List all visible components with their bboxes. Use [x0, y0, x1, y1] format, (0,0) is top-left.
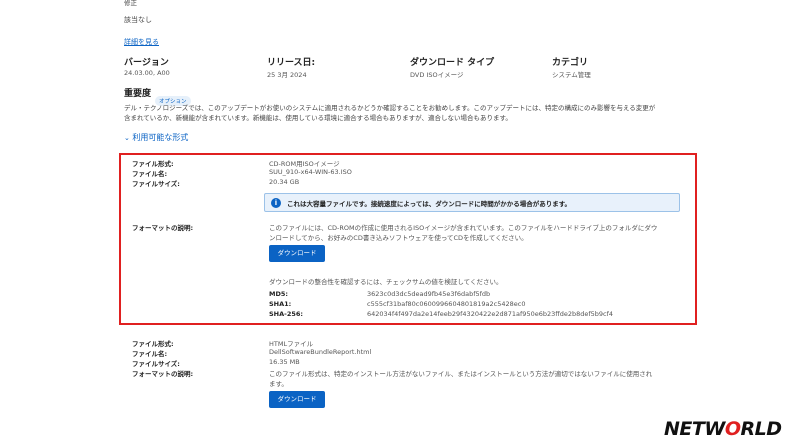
format1-size-value: 20.34 GB	[269, 178, 300, 186]
format2-size-label: ファイルサイズ:	[132, 360, 180, 368]
format2-name-label: ファイル名:	[132, 350, 168, 358]
format2-size-value: 16.35 MB	[269, 358, 300, 366]
md5-value: 3623c0d3dc5dead9fb45e3f6dabf5fdb	[367, 290, 491, 298]
importance-description-line1: デル・テクノロジーズでは、このアップデートがお使いのシステムに適用されるかどうか…	[124, 104, 656, 112]
importance-description-line2: 含まれているか、新機能が含まれています。新機能は、使用している環境に適合する場合…	[124, 114, 512, 122]
cut-off-text: 修正	[124, 0, 137, 7]
format1-desc-label: フォーマットの説明:	[132, 224, 194, 232]
details-link[interactable]: 詳細を見る	[124, 37, 159, 47]
available-formats-toggle[interactable]: ⌄ 利用可能な形式	[124, 132, 188, 143]
format2-format-value: HTMLファイル	[269, 340, 314, 348]
networld-logo: NETWORLD	[664, 418, 782, 440]
sha1-value: c555cf31baf80c0600996604801819a2c5428ec0	[367, 300, 526, 308]
format1-size-label: ファイルサイズ:	[132, 180, 180, 188]
format2-desc-line2: ます。	[269, 380, 288, 388]
logo-text-post: RLD	[740, 418, 782, 440]
format1-desc-line2: ンロードしてから、お好みのCD書き込みソフトウェアを使ってCDを作成してください…	[269, 234, 528, 242]
checksum-instructions: ダウンロードの整合性を確認するには、チェックサムの値を検証してください。	[269, 278, 503, 286]
importance-label: 重要度	[124, 89, 152, 99]
format1-format-value: CD-ROM用ISOイメージ	[269, 160, 340, 168]
format2-name-value: DellSoftwareBundleReport.html	[269, 348, 372, 356]
sha256-label: SHA-256:	[269, 310, 304, 318]
format2-download-button[interactable]: ダウンロード	[269, 391, 325, 408]
download-type-value: DVD ISOイメージ	[410, 71, 464, 79]
download-type-label: ダウンロード タイプ	[410, 58, 495, 68]
format2-desc-label: フォーマットの説明:	[132, 370, 194, 378]
category-value: システム管理	[552, 71, 591, 79]
version-value: 24.03.00, A00	[124, 69, 170, 77]
category-label: カテゴリ	[552, 58, 589, 68]
none-text: 該当なし	[124, 16, 152, 24]
logo-text-pre: NETW	[664, 418, 725, 440]
release-date-label: リリース日:	[267, 58, 316, 68]
large-file-notice: i これは大容量ファイルです。接続速度によっては、ダウンロードに時間がかかる場合…	[264, 193, 680, 212]
format2-format-label: ファイル形式:	[132, 340, 174, 348]
format2-desc-line1: このファイル形式は、特定のインストール方法がないファイル、またはインストールとい…	[269, 370, 653, 378]
format1-download-button[interactable]: ダウンロード	[269, 245, 325, 262]
sha1-label: SHA1:	[269, 300, 292, 308]
large-file-notice-text: これは大容量ファイルです。接続速度によっては、ダウンロードに時間がかかる場合があ…	[287, 200, 572, 208]
format1-name-value: SUU_910-x64-WIN-63.ISO	[269, 168, 352, 176]
sha256-value: 642034f4f497da2e14feeb29f4320422e2d871af…	[367, 310, 614, 318]
logo-text-o: O	[724, 418, 741, 440]
version-label: バージョン	[124, 58, 169, 68]
md5-label: MD5:	[269, 290, 288, 298]
release-date-value: 25 3月 2024	[267, 71, 307, 79]
format1-name-label: ファイル名:	[132, 170, 168, 178]
format1-desc-line1: このファイルには、CD-ROMの作成に使用されるISOイメージが含まれています。…	[269, 224, 658, 232]
chevron-down-icon: ⌄	[124, 134, 130, 142]
available-formats-label: 利用可能な形式	[132, 133, 189, 142]
format1-format-label: ファイル形式:	[132, 160, 174, 168]
info-icon: i	[271, 198, 281, 208]
